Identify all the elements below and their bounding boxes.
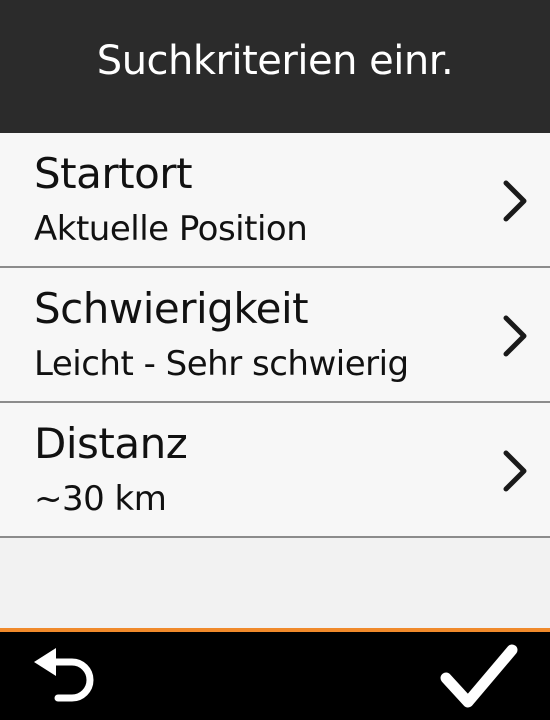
criteria-value: Aktuelle Position	[34, 209, 308, 249]
criteria-list: Startort Aktuelle Position Schwierigkeit…	[0, 133, 550, 538]
chevron-right-icon	[503, 450, 527, 492]
criteria-row-distanz[interactable]: Distanz ~30 km	[0, 403, 550, 538]
chevron-right-icon	[503, 180, 527, 222]
criteria-label: Distanz	[34, 419, 188, 468]
back-button[interactable]	[28, 644, 108, 710]
search-criteria-screen: Suchkriterien einr. Startort Aktuelle Po…	[0, 0, 550, 720]
footer-bar	[0, 632, 550, 720]
criteria-value: ~30 km	[34, 479, 167, 519]
back-arrow-icon	[34, 648, 94, 702]
header-bar: Suchkriterien einr.	[0, 0, 550, 133]
empty-list-area	[0, 538, 550, 630]
criteria-row-schwierigkeit[interactable]: Schwierigkeit Leicht - Sehr schwierig	[0, 268, 550, 403]
criteria-row-startort[interactable]: Startort Aktuelle Position	[0, 133, 550, 268]
criteria-value: Leicht - Sehr schwierig	[34, 344, 409, 384]
criteria-label: Schwierigkeit	[34, 284, 309, 333]
page-title: Suchkriterien einr.	[96, 37, 454, 84]
confirm-button[interactable]	[438, 640, 520, 714]
criteria-label: Startort	[34, 149, 193, 198]
checkmark-icon	[440, 644, 518, 708]
chevron-right-icon	[503, 315, 527, 357]
